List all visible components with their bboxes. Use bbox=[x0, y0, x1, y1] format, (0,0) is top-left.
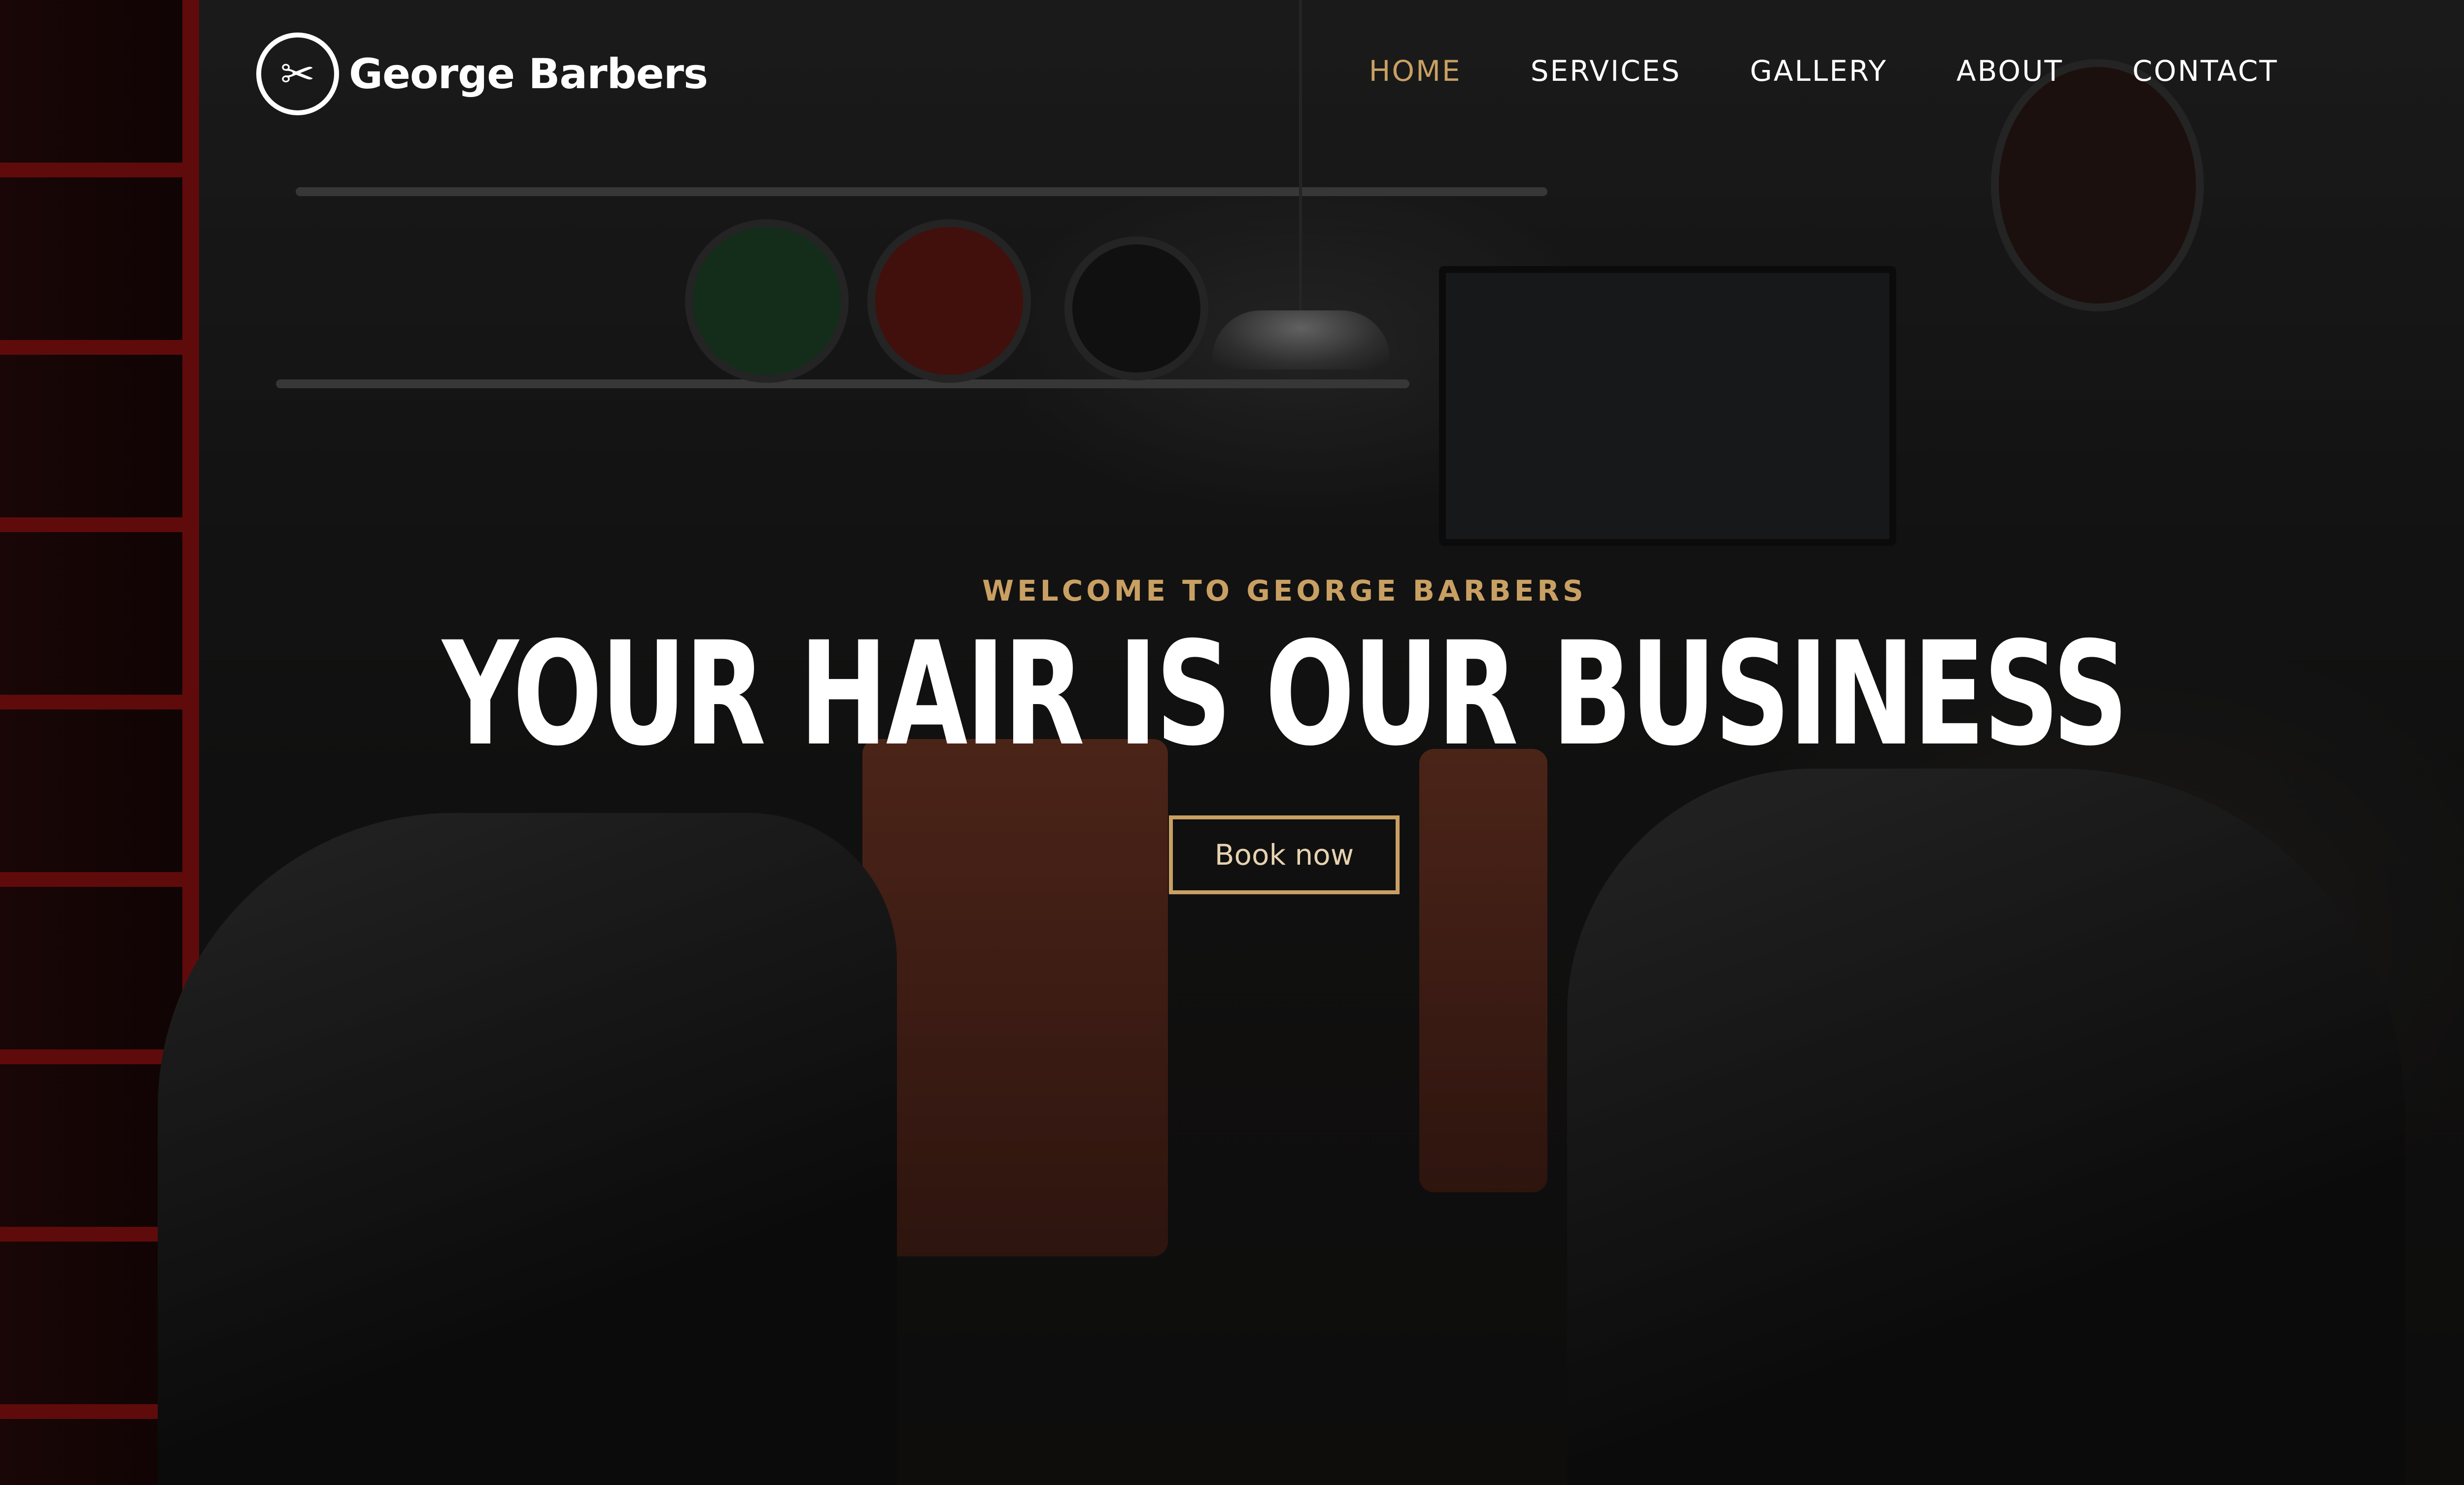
main-nav: HOME SERVICES GALLERY ABOUT CONTACT bbox=[1369, 54, 2278, 88]
page: ✂ George Barbers HOME SERVICES GALLERY A… bbox=[0, 0, 2464, 1485]
book-now-button[interactable]: Book now bbox=[1169, 815, 1400, 894]
scissors-icon: ✂ bbox=[256, 33, 339, 115]
site-header: ✂ George Barbers HOME SERVICES GALLERY A… bbox=[0, 0, 2464, 148]
nav-about[interactable]: ABOUT bbox=[1956, 54, 2063, 88]
brand-name: George Barbers bbox=[349, 50, 708, 98]
nav-contact[interactable]: CONTACT bbox=[2132, 54, 2278, 88]
hero-welcome: WELCOME TO GEORGE BARBERS bbox=[982, 574, 1587, 608]
site-logo[interactable]: ✂ George Barbers bbox=[256, 33, 708, 115]
nav-services[interactable]: SERVICES bbox=[1531, 54, 1681, 88]
nav-gallery[interactable]: GALLERY bbox=[1750, 54, 1887, 88]
nav-home[interactable]: HOME bbox=[1369, 54, 1462, 88]
hero-headline: YOUR HAIR IS OUR BUSINESS bbox=[442, 611, 2128, 777]
